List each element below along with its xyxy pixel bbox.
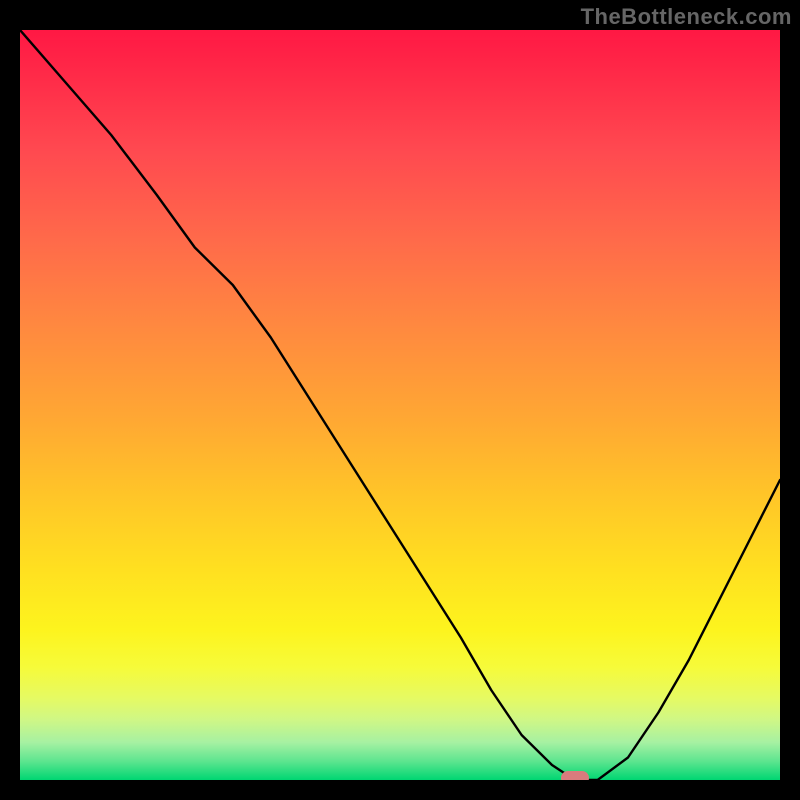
watermark-label: TheBottleneck.com — [581, 4, 792, 30]
plot-area — [20, 30, 780, 780]
bottleneck-curve — [20, 30, 780, 780]
chart-frame: TheBottleneck.com — [0, 0, 800, 800]
curve-svg — [20, 30, 780, 780]
optimal-marker — [561, 771, 589, 780]
